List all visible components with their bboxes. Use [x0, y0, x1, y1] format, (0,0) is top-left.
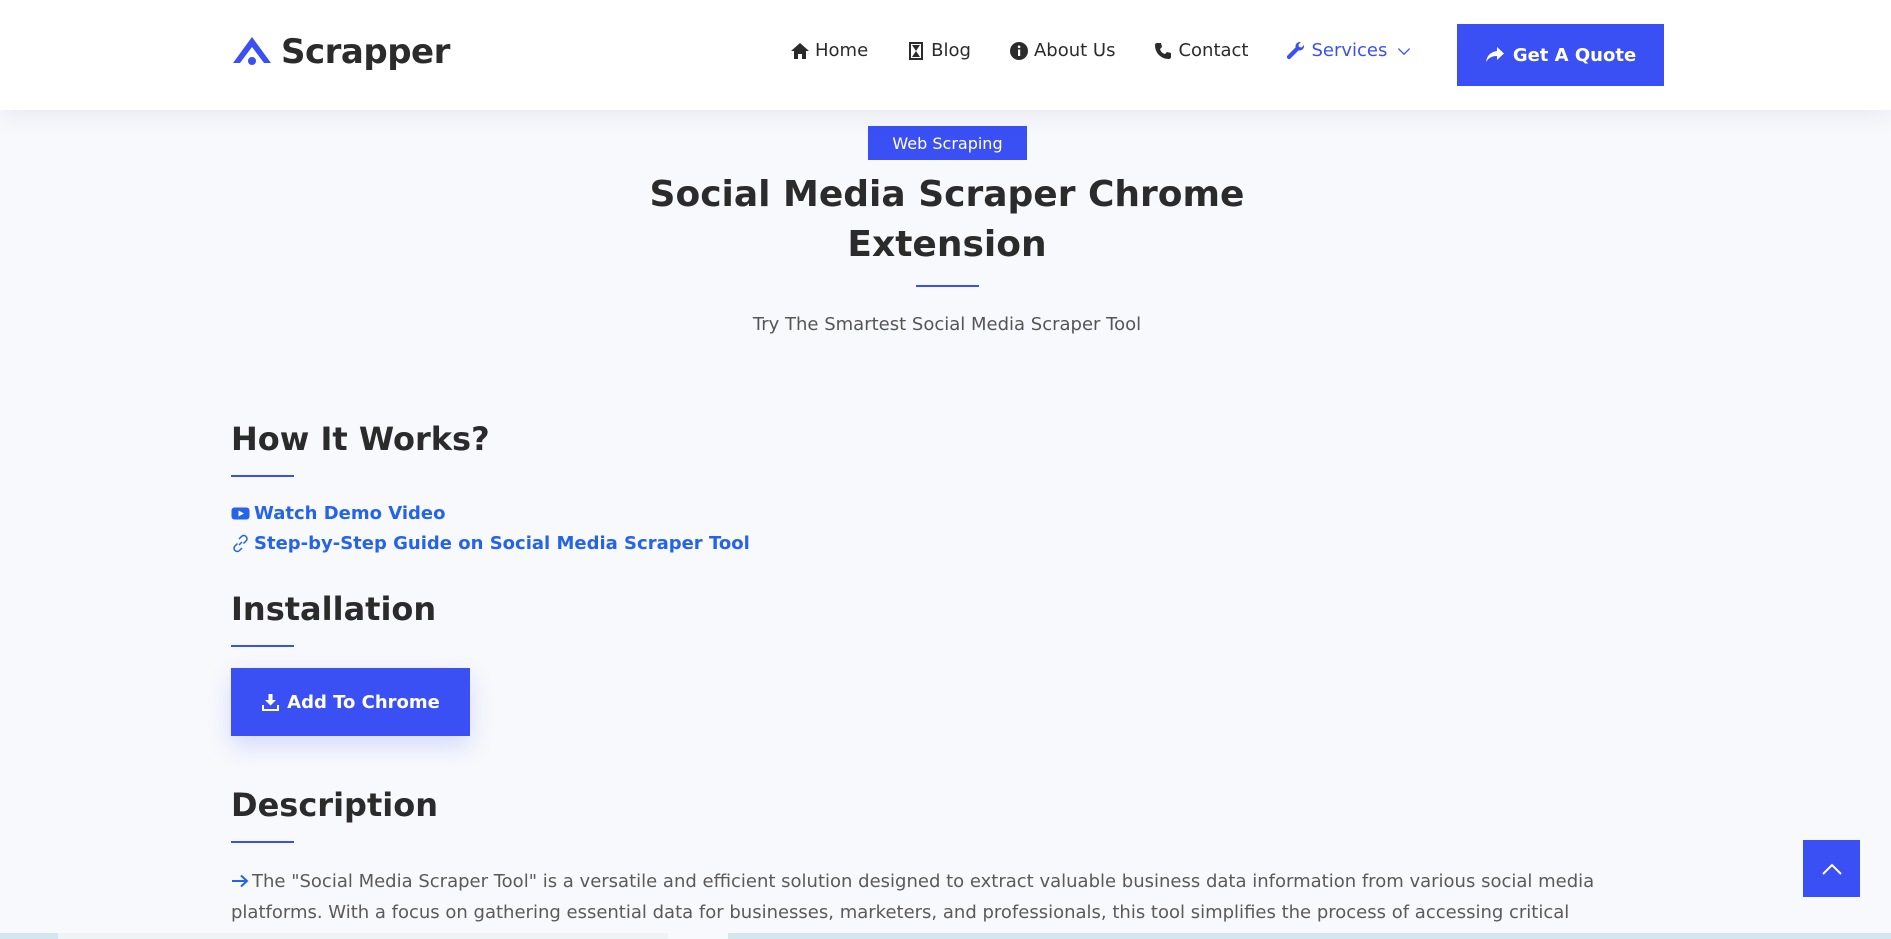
title-divider [916, 285, 979, 287]
add-to-chrome-button[interactable]: Add To Chrome [231, 668, 470, 736]
category-badge[interactable]: Web Scraping [868, 126, 1027, 160]
chevron-up-icon [1821, 863, 1842, 875]
step-by-step-guide-label: Step-by-Step Guide on Social Media Scrap… [254, 533, 750, 554]
strip-segment [668, 933, 728, 939]
watch-demo-video-label: Watch Demo Video [254, 503, 446, 524]
description-text: The "Social Media Scraper Tool" is a ver… [231, 871, 1595, 939]
share-icon [1485, 47, 1504, 62]
nav-item-about[interactable]: About Us [1009, 40, 1116, 61]
main-nav: Home Blog About Us Contact Services [790, 40, 1450, 61]
link-icon [233, 534, 248, 553]
nav-item-blog[interactable]: Blog [906, 40, 971, 61]
nav-item-label: About Us [1033, 40, 1116, 61]
wrench-icon [1287, 41, 1305, 59]
nav-item-label: Contact [1178, 40, 1249, 61]
home-roof-icon [233, 37, 271, 65]
installation-divider [231, 645, 294, 647]
nav-item-label: Services [1311, 40, 1388, 61]
page-title: Social Media Scraper Chrome Extension [649, 174, 1245, 265]
phone-icon [1155, 42, 1172, 59]
how-it-works-divider [231, 475, 294, 477]
youtube-icon [231, 507, 250, 520]
page-subtitle: Try The Smartest Social Media Scraper To… [752, 314, 1142, 335]
how-it-works-heading: How It Works? [231, 420, 490, 458]
hourglass-icon [909, 41, 924, 60]
watch-demo-video-link[interactable]: Watch Demo Video [231, 503, 446, 524]
get-a-quote-label: Get A Quote [1512, 44, 1637, 66]
home-icon [791, 42, 809, 59]
description-heading: Description [231, 786, 438, 824]
page: Scrapper Home Blog About Us Contact Serv… [0, 0, 1891, 939]
bottom-edge-strip [0, 933, 1891, 939]
download-icon [262, 693, 280, 711]
info-icon [1009, 41, 1028, 60]
brand-logo[interactable]: Scrapper [231, 30, 450, 74]
description-divider [231, 841, 294, 843]
brand-name: Scrapper [281, 32, 450, 72]
description-paragraph: The "Social Media Scraper Tool" is a ver… [231, 866, 1651, 939]
installation-heading: Installation [231, 590, 437, 628]
add-to-chrome-label: Add To Chrome [287, 691, 440, 713]
nav-item-contact[interactable]: Contact [1153, 40, 1248, 61]
nav-item-services[interactable]: Services [1286, 40, 1412, 61]
step-by-step-guide-link[interactable]: Step-by-Step Guide on Social Media Scrap… [231, 533, 750, 554]
scroll-to-top-button[interactable] [1803, 840, 1860, 897]
arrow-right-icon [232, 874, 249, 888]
nav-item-home[interactable]: Home [790, 40, 868, 61]
nav-item-label: Blog [931, 40, 971, 61]
nav-item-label: Home [815, 40, 869, 61]
chevron-down-icon [1398, 47, 1411, 55]
strip-segment [58, 933, 668, 939]
get-a-quote-button[interactable]: Get A Quote [1457, 24, 1664, 86]
site-header: Scrapper Home Blog About Us Contact Serv… [0, 0, 1891, 110]
